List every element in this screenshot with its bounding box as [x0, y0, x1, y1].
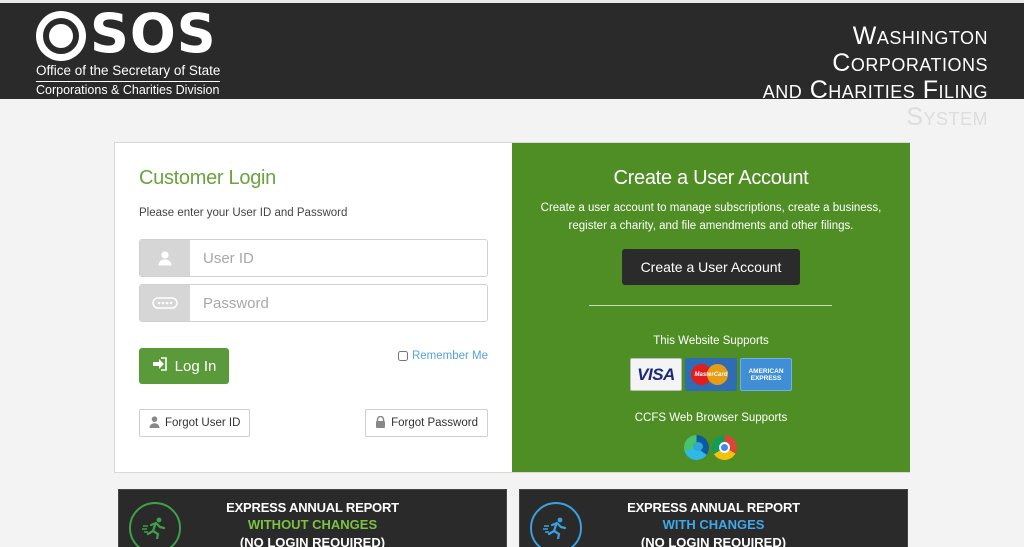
user-id-input[interactable] — [190, 240, 487, 276]
site-title-line: Washington — [852, 22, 988, 50]
panel-note: (NO LOGIN REQUIRED) — [640, 535, 787, 547]
password-input[interactable] — [190, 285, 487, 321]
user-icon — [149, 415, 160, 431]
forgot-user-id-label: Forgot User ID — [165, 417, 241, 429]
lock-icon — [375, 415, 386, 431]
login-card: Customer Login Please enter your User ID… — [114, 142, 910, 473]
customer-login-pane: Customer Login Please enter your User ID… — [115, 143, 512, 472]
site-title-line: Corporations — [832, 49, 988, 77]
user-icon — [140, 240, 190, 276]
mastercard-icon: MasterCard — [685, 358, 737, 391]
logo-divider — [36, 81, 220, 82]
forgot-password-button[interactable]: Forgot Password — [365, 409, 488, 437]
create-account-pane: Create a User Account Create a user acco… — [512, 143, 910, 472]
express-report-without-changes[interactable]: EXPRESS ANNUAL REPORT WITHOUT CHANGES (N… — [118, 489, 507, 547]
login-button[interactable]: Log In — [139, 348, 229, 384]
sos-logo[interactable]: SOS Office of the Secretary of State Cor… — [36, 3, 226, 99]
mastercard-label: MasterCard — [694, 371, 728, 378]
user-id-field — [139, 239, 488, 277]
forgot-user-id-button[interactable]: Forgot User ID — [139, 409, 251, 437]
site-title-line: and Charities Filing — [762, 76, 988, 104]
login-title: Customer Login — [139, 167, 276, 189]
logo-division-name: Corporations & Charities Division — [36, 83, 220, 97]
visa-card-icon: VISA — [630, 358, 682, 391]
browser-support-label: CCFS Web Browser Supports — [634, 412, 788, 424]
section-divider — [589, 305, 832, 306]
remember-me-label: Remember Me — [411, 350, 488, 362]
state-seal-icon — [36, 11, 86, 61]
panel-title: EXPRESS ANNUAL REPORT — [226, 500, 399, 515]
supported-browsers — [684, 435, 737, 460]
remember-me-checkbox[interactable] — [397, 351, 408, 361]
panel-subtitle: WITH CHANGES — [662, 517, 765, 532]
create-account-title: Create a User Account — [613, 167, 809, 189]
sign-in-icon — [152, 357, 168, 375]
logo-letters: SOS — [90, 2, 217, 65]
logo-office-name: Office of the Secretary of State — [36, 63, 221, 78]
amex-card-icon: AMERICAN EXPRESS — [740, 358, 792, 391]
panel-title: EXPRESS ANNUAL REPORT — [627, 500, 800, 515]
edge-icon — [684, 435, 709, 460]
panel-subtitle: WITHOUT CHANGES — [247, 517, 378, 532]
site-title-line: System — [906, 103, 988, 131]
login-instructions: Please enter your User ID and Password — [139, 207, 348, 219]
payment-support-label: This Website Supports — [653, 335, 769, 347]
login-button-label: Log In — [174, 357, 217, 375]
express-report-with-changes[interactable]: EXPRESS ANNUAL REPORT WITH CHANGES (NO L… — [519, 489, 908, 547]
create-account-button[interactable]: Create a User Account — [622, 249, 800, 285]
password-key-icon — [140, 285, 190, 321]
site-title: Washington Corporations and Charities Fi… — [763, 23, 988, 131]
site-header: SOS Office of the Secretary of State Cor… — [0, 0, 1024, 131]
password-field — [139, 284, 488, 322]
panel-note: (NO LOGIN REQUIRED) — [239, 535, 386, 547]
create-account-description: Create a user account to manage subscrip… — [540, 202, 882, 232]
remember-me[interactable]: Remember Me — [397, 350, 488, 362]
forgot-password-label: Forgot Password — [391, 417, 478, 429]
payment-cards: VISA MasterCard AMERICAN EXPRESS — [630, 358, 792, 391]
chrome-icon — [712, 435, 737, 460]
